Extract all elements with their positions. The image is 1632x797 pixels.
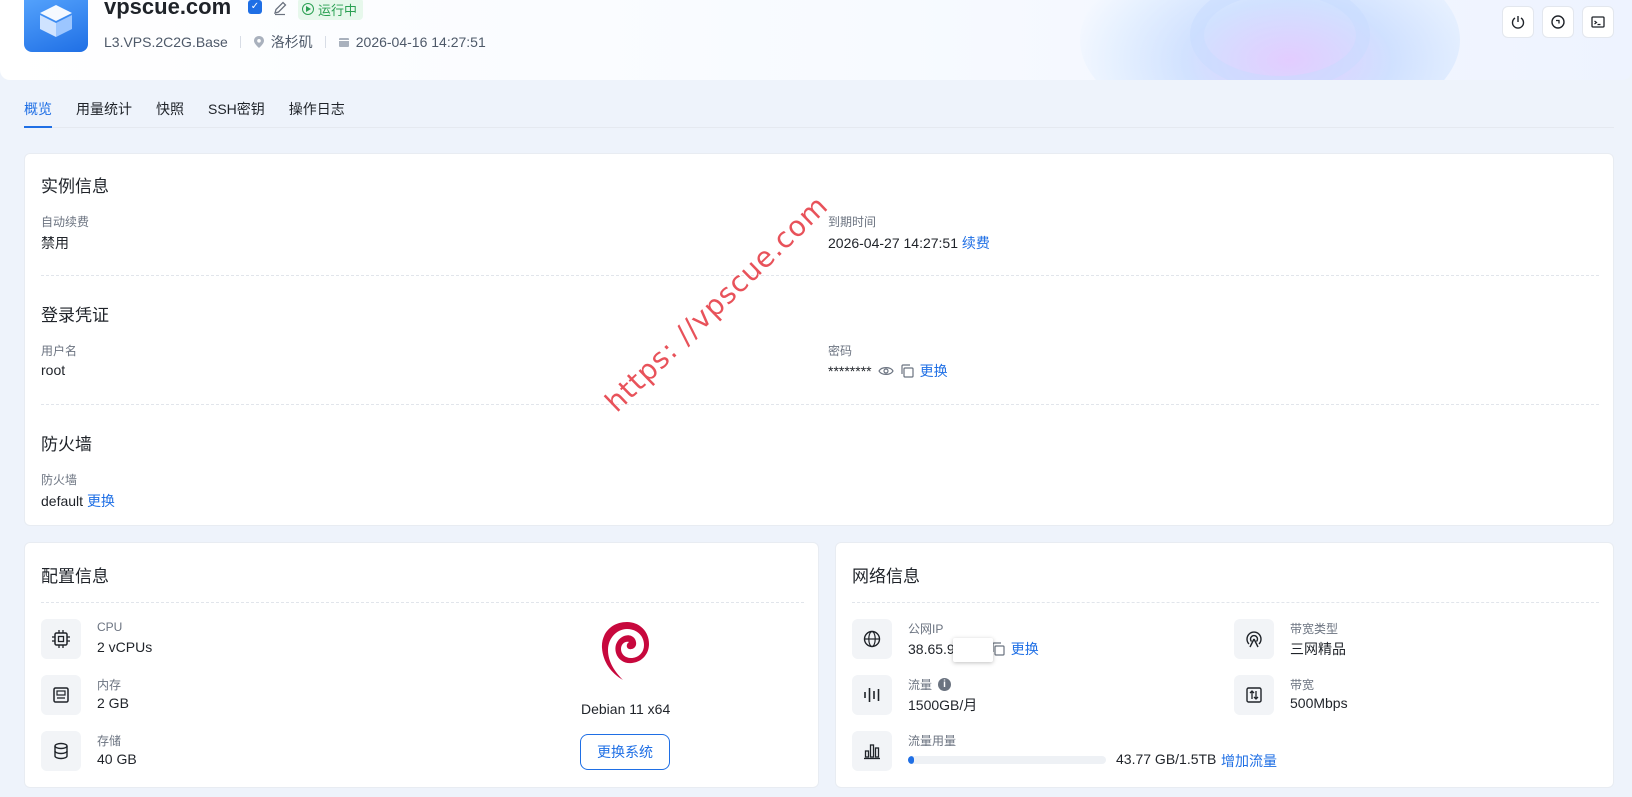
usage-text: 43.77 GB/1.5TB (1116, 751, 1217, 767)
status-badge: 运行中 (298, 0, 364, 20)
firewall-label: 防火墙 (41, 473, 78, 487)
bw-type-icon-box (1234, 619, 1274, 659)
calendar-icon (338, 38, 349, 47)
instance-logo (24, 0, 88, 52)
usage-progress-bar (908, 756, 1106, 764)
firewall-value: default (41, 493, 84, 509)
tab-snapshots[interactable]: 快照 (156, 96, 184, 128)
auto-renew-value: 禁用 (41, 235, 69, 251)
eye-icon[interactable] (877, 365, 894, 377)
firewall-title: 防火墙 (41, 435, 92, 454)
firewall-row: default 更换 (41, 491, 115, 511)
traffic-label-row: 流量 i (908, 676, 952, 693)
info-icon[interactable]: i (938, 678, 952, 691)
memory-icon-box (41, 675, 81, 715)
header-decoration-ring (1190, 0, 1370, 80)
cpu-value: 2 vCPUs (97, 639, 153, 655)
location-icon (253, 36, 264, 48)
tab-bar: 概览 用量统计 快照 SSH密钥 操作日志 (24, 96, 1614, 128)
ip-value: 38.65.9 (908, 641, 955, 657)
ip-redaction-mask (953, 638, 993, 662)
change-firewall-link[interactable]: 更换 (87, 493, 115, 509)
renew-link[interactable]: 续费 (962, 235, 990, 251)
restart-button[interactable] (1542, 6, 1574, 38)
usage-icon-box (852, 731, 892, 771)
traffic-label: 流量 (908, 678, 933, 692)
usage-label: 流量用量 (908, 734, 957, 748)
username-value: root (41, 362, 66, 378)
play-circle-icon (302, 3, 314, 15)
usage-progress-fill (908, 756, 914, 764)
change-password-link[interactable]: 更换 (920, 361, 948, 381)
traffic-bars-icon (864, 688, 880, 702)
instance-info-title: 实例信息 (41, 177, 109, 196)
instance-header: vpscue.com ✓ 运行中 L3.VPS.2C2G.Base 洛杉矶 20… (0, 0, 1632, 80)
memory-value: 2 GB (97, 695, 129, 711)
instance-meta: L3.VPS.2C2G.Base 洛杉矶 2026-04-16 14:27:51 (104, 32, 486, 52)
bandwidth-value: 500Mbps (1290, 695, 1348, 711)
edit-icon[interactable] (272, 0, 288, 16)
bw-type-value: 三网精品 (1290, 641, 1346, 657)
expire-row: 2026-04-27 14:27:51 续费 (828, 233, 990, 253)
login-title: 登录凭证 (41, 306, 109, 325)
traffic-value: 1500GB/月 (908, 697, 978, 713)
bar-chart-icon (864, 744, 880, 760)
restart-icon (1551, 15, 1565, 29)
terminal-icon (1591, 16, 1605, 28)
ip-label: 公网IP (908, 622, 944, 636)
bandwidth-icon-box (1234, 675, 1274, 715)
cpu-icon-box (41, 619, 81, 659)
cpu-icon (52, 630, 70, 648)
storage-label: 存储 (97, 734, 122, 748)
signal-icon (1246, 631, 1262, 648)
os-name: Debian 11 x64 (581, 701, 671, 717)
change-ip-link[interactable]: 更换 (1011, 639, 1039, 659)
created-time: 2026-04-16 14:27:51 (355, 34, 486, 50)
traffic-icon-box (852, 675, 892, 715)
network-card: 网络信息 公网IP 38.65.9 更换 带宽类型 三网精品 流量 i 1500… (835, 542, 1614, 788)
username-label: 用户名 (41, 344, 78, 358)
ip-icon-box (852, 619, 892, 659)
database-icon (54, 742, 68, 760)
password-value: ******** (828, 363, 872, 379)
tab-usage[interactable]: 用量统计 (76, 96, 132, 128)
tab-ssh-keys[interactable]: SSH密钥 (208, 96, 265, 128)
cpu-label: CPU (97, 620, 123, 634)
expire-value: 2026-04-27 14:27:51 (828, 235, 958, 251)
debian-logo-icon (601, 622, 649, 680)
auto-renew-label: 自动续费 (41, 215, 90, 229)
bw-type-label: 带宽类型 (1290, 622, 1339, 636)
console-button[interactable] (1582, 6, 1614, 38)
plan-name: L3.VPS.2C2G.Base (104, 34, 228, 50)
config-card: 配置信息 CPU 2 vCPUs 内存 2 GB 存储 40 GB Debian… (24, 542, 819, 788)
header-actions (1502, 6, 1614, 38)
bandwidth-icon (1246, 687, 1262, 703)
power-icon (1511, 16, 1525, 29)
add-traffic-link[interactable]: 增加流量 (1221, 751, 1277, 771)
globe-icon (863, 630, 881, 648)
power-button[interactable] (1502, 6, 1534, 38)
verified-icon: ✓ (248, 0, 262, 14)
bandwidth-label: 带宽 (1290, 678, 1315, 692)
location-text: 洛杉矶 (270, 34, 313, 50)
storage-value: 40 GB (97, 751, 137, 767)
config-title: 配置信息 (41, 567, 109, 586)
password-label: 密码 (828, 344, 853, 358)
storage-icon-box (41, 731, 81, 771)
memory-icon (53, 687, 69, 703)
change-os-button[interactable]: 更换系统 (580, 734, 670, 770)
expire-label: 到期时间 (828, 215, 877, 229)
password-row: ******** 更换 (828, 361, 948, 381)
status-text: 运行中 (318, 2, 358, 18)
instance-title: vpscue.com (104, 0, 232, 19)
copy-icon[interactable] (900, 364, 914, 378)
memory-label: 内存 (97, 678, 122, 692)
tab-logs[interactable]: 操作日志 (289, 96, 345, 128)
network-title: 网络信息 (852, 567, 920, 586)
tab-overview[interactable]: 概览 (24, 96, 52, 128)
